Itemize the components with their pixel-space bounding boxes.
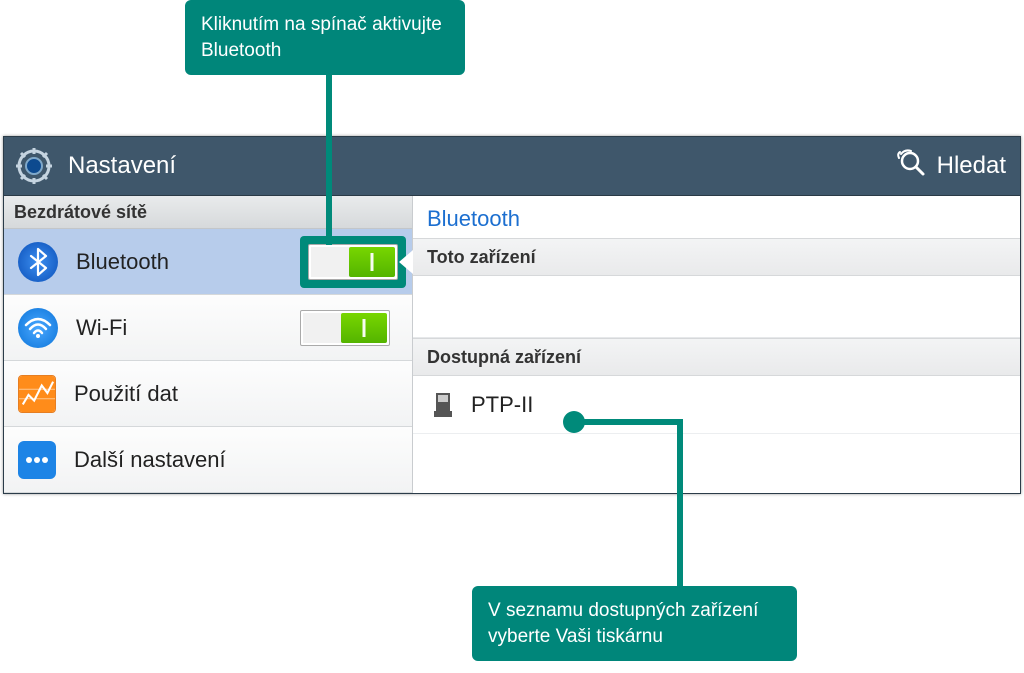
main-title: Bluetooth [413,196,1020,238]
device-row[interactable]: PTP-II [413,376,1020,434]
sidebar-item-datausage[interactable]: Použití dat [4,361,412,427]
device-icon [433,391,453,419]
wifi-toggle[interactable] [300,310,390,346]
callout-activate-bluetooth: Kliknutím na spínač aktivujte Bluetooth [185,0,465,75]
bluetooth-toggle[interactable] [308,244,398,280]
section-label: Dostupná zařízení [427,347,581,368]
header-bar: Nastavení Hledat [4,137,1020,196]
sidebar-item-more[interactable]: Další nastavení [4,427,412,493]
connector-line [677,419,683,589]
sidebar-label: Další nastavení [74,447,400,473]
sidebar-label: Bluetooth [76,249,300,275]
section-label: Toto zařízení [427,247,536,268]
connector-line [326,70,332,245]
main-panel: Bluetooth Toto zařízení Dostupná zařízen… [413,196,1020,493]
sidebar-item-wifi[interactable]: Wi-Fi [4,295,412,361]
search-icon [897,148,927,185]
bluetooth-icon [18,242,58,282]
settings-window: Nastavení Hledat Bezdrátové sítě [3,136,1021,494]
more-icon [18,441,56,479]
body-split: Bezdrátové sítě Bluetooth [4,196,1020,493]
device-name: PTP-II [471,392,533,418]
header-left: Nastavení [14,146,176,186]
connector-line [573,419,683,425]
sidebar-label: Wi-Fi [76,315,290,341]
callout-text: Kliknutím na spínač aktivujte Bluetooth [201,14,442,61]
callout-select-printer: V seznamu dostupných zařízení vyberte Va… [472,586,797,661]
callout-text: V seznamu dostupných zařízení vyberte Va… [488,600,758,647]
section-label: Bezdrátové sítě [14,202,147,223]
datausage-icon [18,375,56,413]
section-header-this-device: Toto zařízení [413,238,1020,276]
gear-icon [14,146,54,186]
this-device-row[interactable] [413,276,1020,338]
sidebar-section-header: Bezdrátové sítě [4,196,412,229]
search-label: Hledat [937,152,1006,180]
wifi-icon [18,308,58,348]
sidebar-label: Použití dat [74,381,400,407]
sidebar: Bezdrátové sítě Bluetooth [4,196,413,493]
page-title: Nastavení [68,152,176,180]
toggle-highlight [300,236,406,288]
sidebar-item-bluetooth[interactable]: Bluetooth [4,229,412,295]
section-header-available: Dostupná zařízení [413,338,1020,376]
search-button[interactable]: Hledat [897,148,1006,185]
